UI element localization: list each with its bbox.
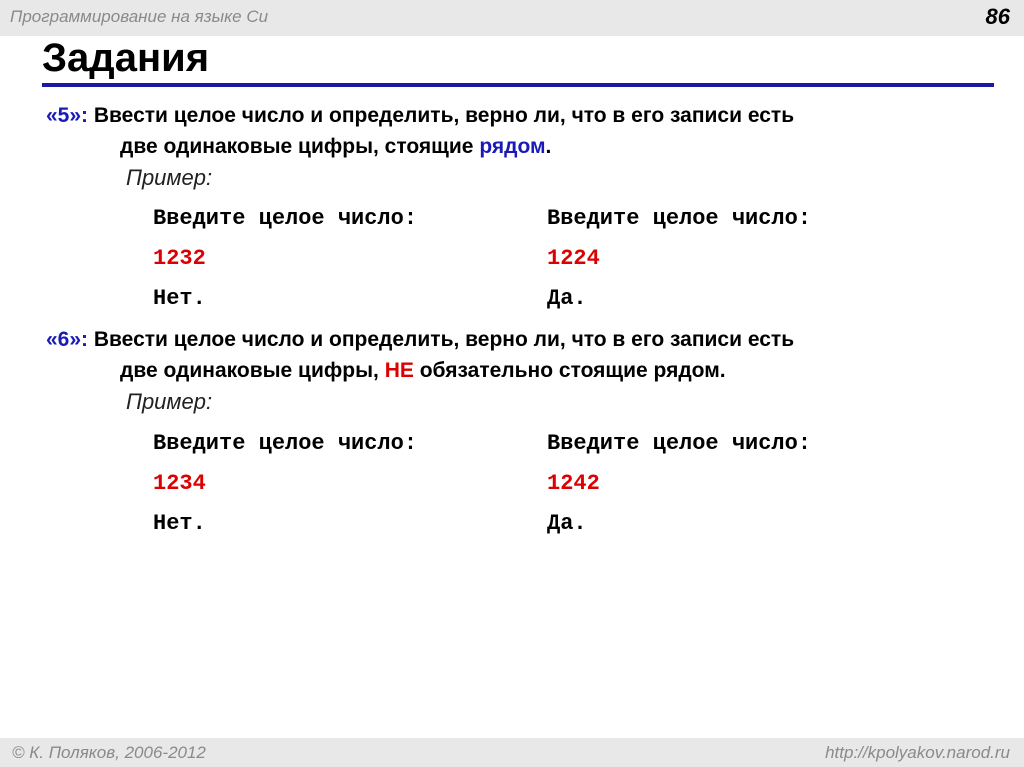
header-bar: Программирование на языке Си 86 [0, 0, 1024, 36]
task-5: «5»: Ввести целое число и определить, ве… [46, 100, 996, 162]
example-right-prompt: Введите целое число: [547, 431, 812, 456]
course-title: Программирование на языке Си [10, 7, 269, 26]
task-text-part: обязательно стоящие рядом. [413, 359, 726, 382]
task-highlight: рядом [479, 135, 546, 158]
footer-url[interactable]: http://kpolyakov.narod.ru [825, 743, 1010, 763]
slide-title: Задания [42, 36, 210, 80]
example-left-result: Нет. [153, 511, 206, 536]
example-right-input: 1242 [547, 471, 600, 496]
example-right-input: 1224 [547, 246, 600, 271]
task-text-line2: две одинаковые цифры, стоящие рядом. [46, 131, 996, 162]
task-text-line2: две одинаковые цифры, НЕ обязательно сто… [46, 355, 996, 386]
example-right-prompt: Введите целое число: [547, 206, 812, 231]
page-number: 86 [985, 4, 1010, 29]
example-left-prompt: Введите целое число: [153, 206, 418, 231]
task-number: «6»: [46, 328, 89, 351]
task-6: «6»: Ввести целое число и определить, ве… [46, 324, 996, 386]
example-left-result: Нет. [153, 286, 206, 311]
task-highlight: НЕ [384, 359, 414, 382]
example-label: Пример: [126, 389, 213, 414]
footer-bar: © К. Поляков, 2006-2012 http://kpolyakov… [0, 738, 1024, 767]
example-left-input: 1232 [153, 246, 206, 271]
example-right-result: Да. [547, 511, 587, 536]
title-underline [42, 83, 994, 87]
example-right-result: Да. [547, 286, 587, 311]
task-text-part: две одинаковые цифры, [120, 359, 385, 382]
task-number: «5»: [46, 104, 89, 127]
task-text-line1: Ввести целое число и определить, верно л… [88, 328, 795, 351]
task-text-part: две одинаковые цифры, стоящие [120, 135, 480, 158]
example-left-prompt: Введите целое число: [153, 431, 418, 456]
footer-author: © К. Поляков, 2006-2012 [12, 743, 206, 762]
example-left-input: 1234 [153, 471, 206, 496]
task-text-line1: Ввести целое число и определить, верно л… [88, 104, 795, 127]
example-label: Пример: [126, 165, 213, 190]
task-text-part: . [545, 135, 552, 158]
